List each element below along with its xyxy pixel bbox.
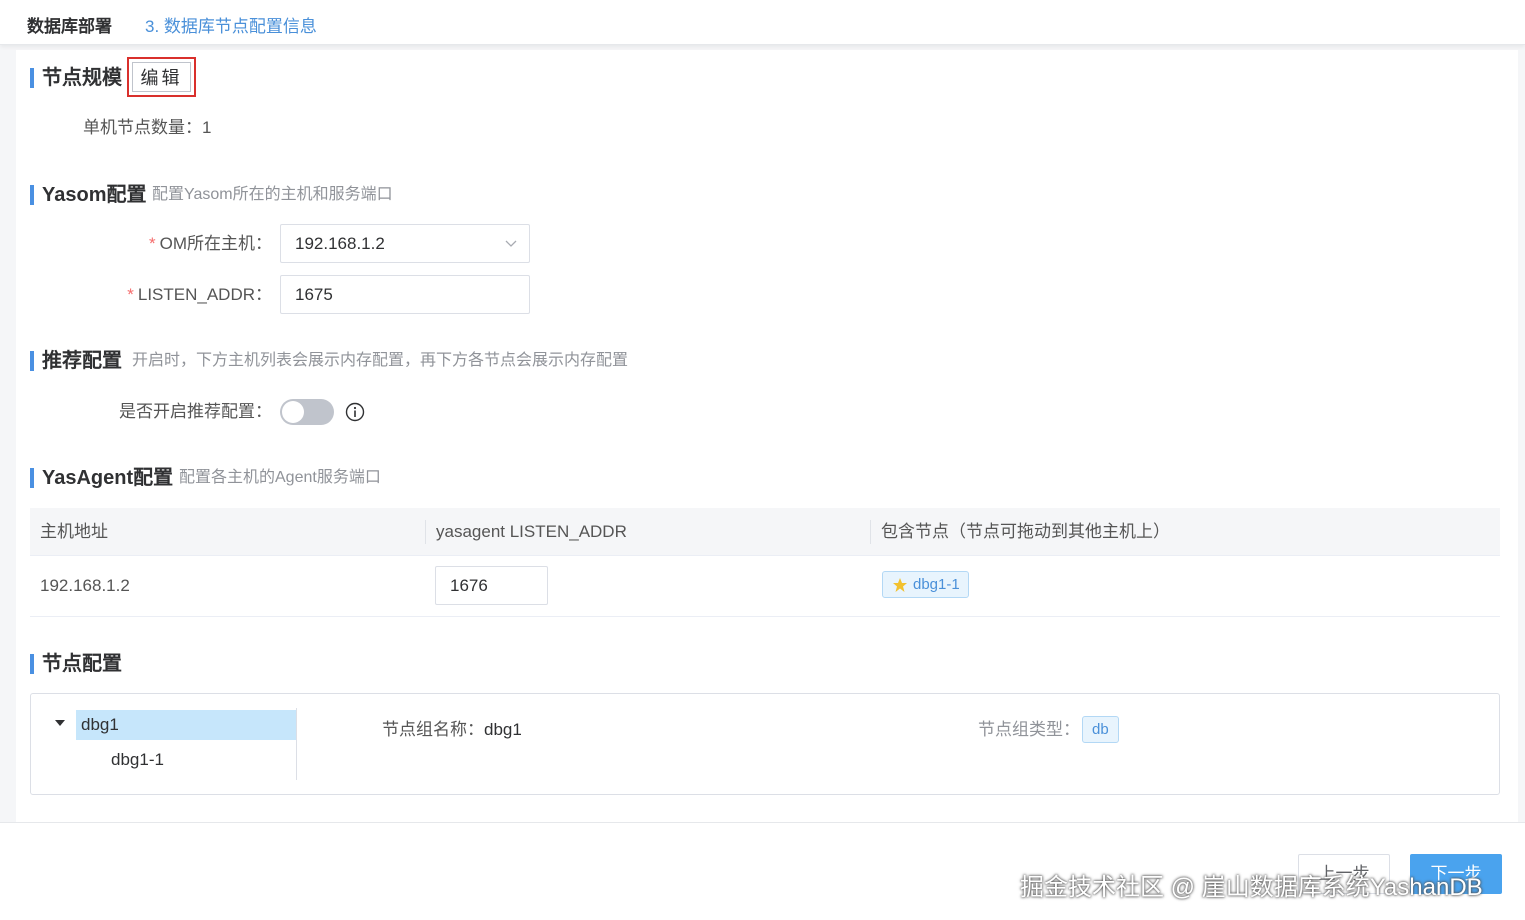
main-content: 节点规模 编辑 单机节点数量：1 Yasom配置 配置Yasom所在的主机和服务… (16, 50, 1518, 822)
required-mark: * (148, 234, 156, 253)
table-row: 192.168.1.2 1676 dbg1-1 (30, 556, 1500, 617)
toggle-knob (282, 401, 304, 423)
listen-addr-value: 1675 (295, 285, 333, 304)
section-title-node-config: 节点配置 (30, 652, 122, 676)
group-name: 节点组名称：dbg1 (382, 718, 522, 742)
column-header-listen-addr: yasagent LISTEN_ADDR (436, 522, 627, 541)
node-config-panel: dbg1 dbg1-1 节点组名称：dbg1 节点组类型： db (30, 693, 1500, 795)
node-tree: dbg1 dbg1-1 (51, 708, 297, 780)
edit-button[interactable]: 编辑 (132, 62, 191, 92)
tree-node-child[interactable]: dbg1-1 (111, 745, 164, 775)
agent-listen-addr-input[interactable]: 1676 (435, 566, 548, 605)
caret-down-icon[interactable] (55, 720, 65, 726)
recommend-toggle-label: 是否开启推荐配置： (119, 402, 272, 421)
app-frame: 数据库部署 3. 数据库节点配置信息 节点规模 编辑 单机节点数量：1 Yaso… (0, 0, 1525, 920)
section-desc-yasom: 配置Yasom所在的主机和服务端口 (152, 186, 393, 203)
single-node-count-label: 单机节点数量： (83, 118, 202, 137)
listen-addr-label: * LISTEN_ADDR： (127, 285, 272, 304)
listen-addr-input[interactable]: 1675 (280, 275, 530, 314)
om-host-value: 192.168.1.2 (295, 234, 385, 253)
required-mark: * (127, 285, 134, 304)
watermark-text: 掘金技术社区 @ 崖山数据库系统YashanDB (1020, 874, 1483, 901)
table-header: 主机地址 yasagent LISTEN_ADDR 包含节点（节点可拖动到其他主… (30, 508, 1500, 556)
footer-bar: 上一步 下一步 掘金技术社区 @ 崖山数据库系统YashanDB (0, 822, 1525, 920)
header-bar: 数据库部署 3. 数据库节点配置信息 (0, 0, 1525, 45)
section-title-yasagent: YasAgent配置 (30, 466, 173, 490)
node-tag-label: dbg1-1 (913, 576, 960, 593)
page-title: 数据库部署 (27, 17, 112, 36)
row-host: 192.168.1.2 (40, 576, 130, 595)
section-title-yasom: Yasom配置 (30, 183, 146, 207)
group-name-value: dbg1 (484, 720, 522, 739)
column-header-host: 主机地址 (40, 522, 108, 541)
om-host-label: * OM所在主机： (148, 234, 272, 253)
group-type-label: 节点组类型： (978, 720, 1080, 739)
section-title-node-scale: 节点规模 (30, 66, 122, 90)
group-name-label: 节点组名称： (382, 720, 484, 739)
section-desc-recommend: 开启时，下方主机列表会展示内存配置，再下方各节点会展示内存配置 (132, 352, 629, 369)
breadcrumb-step[interactable]: 3. 数据库节点配置信息 (145, 12, 317, 37)
tree-node-group[interactable]: dbg1 (76, 710, 296, 740)
info-icon[interactable] (345, 402, 365, 422)
recommend-toggle-switch[interactable] (280, 399, 334, 425)
node-tag-draggable[interactable]: dbg1-1 (882, 571, 969, 598)
section-desc-yasagent: 配置各主机的Agent服务端口 (179, 469, 381, 486)
agent-listen-addr-value: 1676 (450, 576, 488, 595)
edit-button-highlight: 编辑 (127, 57, 196, 97)
single-node-count: 单机节点数量：1 (83, 116, 211, 140)
section-title-recommend: 推荐配置 (30, 349, 122, 373)
column-header-nodes: 包含节点（节点可拖动到其他主机上） (881, 522, 1170, 541)
star-icon (893, 578, 907, 592)
single-node-count-value: 1 (202, 118, 212, 137)
group-type-tag: db (1082, 716, 1119, 743)
om-host-select[interactable]: 192.168.1.2 (280, 224, 530, 263)
chevron-down-icon (505, 240, 517, 247)
